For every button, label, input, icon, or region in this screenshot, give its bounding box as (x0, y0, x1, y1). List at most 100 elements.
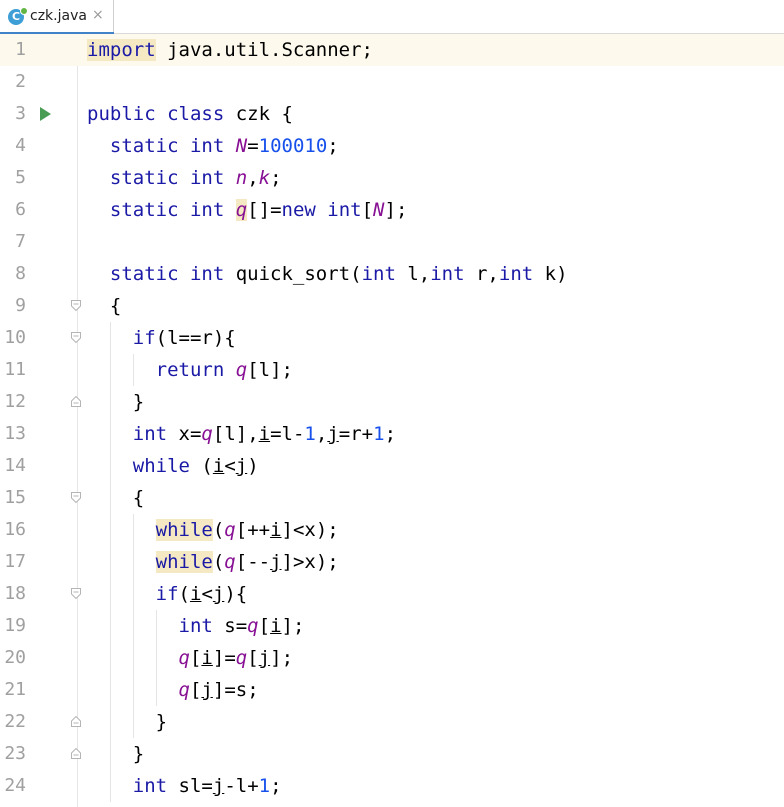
field-token: q (224, 551, 236, 573)
code-token: sl= (167, 775, 213, 797)
line-number: 21 (4, 679, 26, 700)
code-text: int x=q[l],i=l-1,j=r+1; (87, 418, 396, 450)
line-number: 20 (4, 647, 26, 668)
code-line[interactable]: 23 } (0, 738, 784, 770)
code-line[interactable]: 8 static int quick_sort(int l,int r,int … (0, 258, 784, 290)
code-line[interactable]: 13 int x=q[l],i=l-1,j=r+1; (0, 418, 784, 450)
keyword-token: if (132, 327, 156, 349)
code-token: [l]; (247, 359, 293, 381)
code-line[interactable]: 21 q[j]=s; (0, 674, 784, 706)
code-token: s= (212, 615, 248, 637)
field-token: k (258, 167, 271, 189)
code-token: []= (247, 199, 282, 221)
code-token: [-- (235, 551, 271, 573)
code-line[interactable]: 19 int s=q[i]; (0, 610, 784, 642)
code-token: java.util.Scanner; (155, 39, 373, 61)
code-line[interactable]: 1 import java.util.Scanner; (0, 34, 784, 66)
code-token: ; (384, 423, 397, 445)
code-token: x= (167, 423, 202, 445)
code-token: k) (533, 263, 568, 285)
code-token: ( (189, 455, 213, 477)
code-token: ]= (212, 647, 236, 669)
code-line[interactable]: 9 { (0, 290, 784, 322)
line-number: 16 (4, 519, 26, 540)
code-line[interactable]: 4 static int N=100010; (0, 130, 784, 162)
code-token: { (87, 487, 145, 509)
code-line[interactable]: 11 return q[l]; (0, 354, 784, 386)
keyword-token: while (155, 551, 213, 573)
code-text: static int n,k; (87, 162, 282, 194)
code-line[interactable]: 2 (0, 66, 784, 98)
code-line[interactable]: 3 public class czk { (0, 98, 784, 130)
keyword-token: while (132, 455, 190, 477)
code-token: j (212, 583, 225, 605)
code-line[interactable]: 24 int sl=j-l+1; (0, 770, 784, 802)
code-line[interactable]: 20 q[i]=q[j]; (0, 642, 784, 674)
code-line[interactable]: 22 } (0, 706, 784, 738)
code-token: j (201, 679, 213, 701)
code-text: while(q[--j]>x); (87, 546, 339, 578)
code-line[interactable]: 16 while(q[++i]<x); (0, 514, 784, 546)
code-line[interactable]: 5 static int n,k; (0, 162, 784, 194)
code-text: static int N=100010; (87, 130, 339, 162)
code-token: ]; (270, 647, 294, 669)
code-token: -l+ (224, 775, 259, 797)
code-token: quick_sort( (224, 263, 362, 285)
line-number: 14 (4, 455, 26, 476)
code-text: } (87, 386, 144, 418)
code-token: { (87, 295, 122, 317)
fold-collapse-icon[interactable] (71, 492, 81, 503)
number-token: 1 (258, 775, 271, 797)
code-token: j (235, 455, 248, 477)
line-number: 11 (4, 359, 26, 380)
code-token: (l==r){ (155, 327, 236, 349)
code-line[interactable]: 15 { (0, 482, 784, 514)
code-line[interactable]: 17 while(q[--j]>x); (0, 546, 784, 578)
close-icon[interactable]: × (92, 7, 104, 23)
fold-end-icon[interactable] (71, 716, 81, 727)
code-token: ]; (281, 615, 305, 637)
code-token: i (201, 647, 213, 669)
code-token: [ (189, 679, 202, 701)
fold-collapse-icon[interactable] (71, 332, 81, 343)
line-number: 10 (4, 327, 26, 348)
code-line[interactable]: 10 if(l==r){ (0, 322, 784, 354)
code-text: if(i<j){ (87, 578, 248, 610)
line-number: 15 (4, 487, 26, 508)
code-line[interactable]: 12 } (0, 386, 784, 418)
indent-guide (110, 322, 111, 802)
fold-collapse-icon[interactable] (71, 300, 81, 311)
code-token: [ (361, 199, 374, 221)
code-line[interactable]: 6 static int q[]=new int[N]; (0, 194, 784, 226)
field-token: q (235, 359, 248, 381)
code-token: ( (212, 551, 225, 573)
line-number: 5 (15, 167, 26, 188)
tab-czk-java[interactable]: C czk.java × (0, 0, 114, 35)
keyword-token: public class (87, 103, 225, 125)
line-number: 24 (4, 775, 26, 796)
fold-end-icon[interactable] (71, 396, 81, 407)
code-token: i (212, 455, 225, 477)
line-number: 23 (4, 743, 26, 764)
code-text: static int q[]=new int[N]; (87, 194, 407, 226)
code-token: i (270, 519, 282, 541)
code-token: [++ (235, 519, 271, 541)
line-number: 18 (4, 583, 26, 604)
code-line[interactable]: 7 (0, 226, 784, 258)
code-token: =l- (270, 423, 305, 445)
code-text: int s=q[i]; (87, 610, 305, 642)
indent-guide (156, 610, 157, 706)
indent-guide (133, 354, 134, 386)
fold-collapse-icon[interactable] (71, 588, 81, 599)
code-line[interactable]: 18 if(i<j){ (0, 578, 784, 610)
code-line[interactable]: 14 while (i<j) (0, 450, 784, 482)
code-token: ; (270, 167, 282, 189)
number-token: 100010 (258, 135, 328, 157)
run-icon[interactable] (40, 107, 51, 121)
code-token: i (270, 615, 282, 637)
fold-end-icon[interactable] (71, 748, 81, 759)
keyword-token: int (178, 615, 213, 637)
